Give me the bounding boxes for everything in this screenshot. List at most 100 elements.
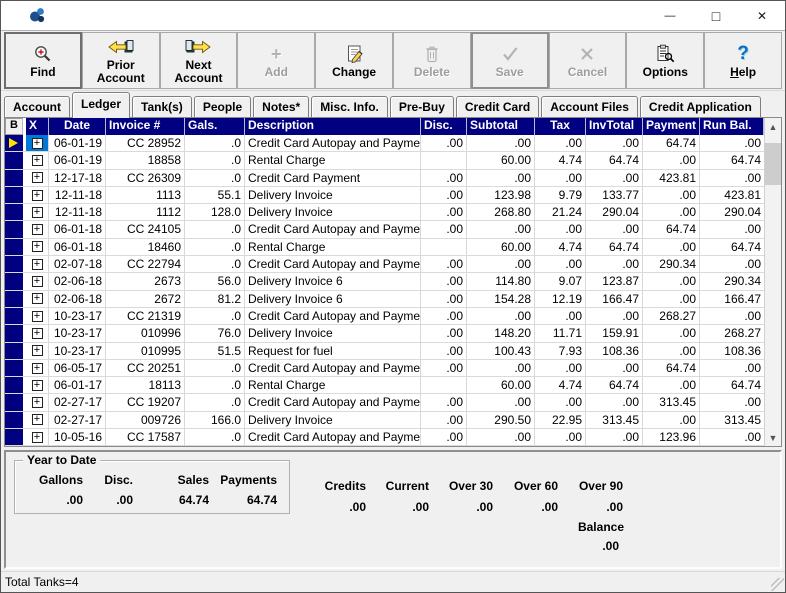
expand-plus-icon[interactable]: + [32,345,43,356]
expand-plus-icon[interactable]: + [32,155,43,166]
tab-account-files[interactable]: Account Files [541,96,638,117]
table-row[interactable]: +10-23-1701099551.5Request for fuel.0010… [5,343,764,360]
tab-credit-application[interactable]: Credit Application [640,96,761,117]
record-marker-cell [5,291,23,307]
expand-plus-icon[interactable]: + [32,190,43,201]
cell-description: Delivery Invoice 6 [245,291,421,307]
cell-runbal: 268.27 [700,325,764,341]
tab-tank-s[interactable]: Tank(s) [132,96,192,117]
expand-plus-icon[interactable]: + [32,328,43,339]
options-list-magnifier-icon [654,43,676,65]
table-row[interactable]: +02-27-17009726166.0Delivery Invoice.002… [5,412,764,429]
cell-invtotal: 108.36 [586,343,643,359]
table-row[interactable]: +02-07-18CC 22794.0Credit Card Autopay a… [5,256,764,273]
toolbar: Find Prior Account Next Account [1,31,785,91]
cell-subtotal: 290.50 [467,412,535,428]
column-header-tax: Tax [535,118,586,135]
find-button[interactable]: Find [4,32,82,89]
aging-field-over-90: Over 90.00 [553,479,623,514]
table-row[interactable]: +10-23-17CC 21319.0Credit Card Autopay a… [5,308,764,325]
expand-cell: + [26,135,49,151]
cell-invoice: 18113 [106,377,185,393]
cell-invtotal: 64.74 [586,152,643,168]
prior-account-button[interactable]: Prior Account [82,32,160,89]
expand-plus-icon[interactable]: + [32,414,43,425]
table-row[interactable]: +06-01-1718113.0Rental Charge60.004.7464… [5,377,764,394]
find-icon [32,43,54,65]
cell-runbal: 64.74 [700,152,764,168]
expand-plus-icon[interactable]: + [32,380,43,391]
expand-plus-icon[interactable]: + [32,397,43,408]
tab-account[interactable]: Account [4,96,70,117]
expand-plus-icon[interactable]: + [32,172,43,183]
table-row[interactable]: +06-01-1918858.0Rental Charge60.004.7464… [5,152,764,169]
cell-date: 06-01-19 [49,135,106,151]
cell-invtotal: .00 [586,394,643,410]
cell-invoice: CC 19207 [106,394,185,410]
minimize-button[interactable]: — [647,1,693,30]
vertical-scrollbar[interactable]: ▲ ▼ [764,118,781,446]
expand-plus-icon[interactable]: + [32,311,43,322]
tab-pre-buy[interactable]: Pre-Buy [390,96,454,117]
table-row[interactable]: +02-06-18267356.0Delivery Invoice 6.0011… [5,273,764,290]
tab-ledger[interactable]: Ledger [72,92,130,118]
expand-cell: + [26,394,49,410]
cell-disc: .00 [421,308,467,324]
scrollbar-track[interactable] [765,135,781,429]
cell-gals: 76.0 [185,325,245,341]
record-marker-cell [5,221,23,237]
cell-gals: 51.5 [185,343,245,359]
cell-runbal: .00 [700,394,764,410]
expand-plus-icon[interactable]: + [32,224,43,235]
cell-subtotal: 100.43 [467,343,535,359]
tab-credit-card[interactable]: Credit Card [456,96,539,117]
table-row[interactable]: +02-27-17CC 19207.0Credit Card Autopay a… [5,394,764,411]
table-row[interactable]: +06-01-1818460.0Rental Charge60.004.7464… [5,239,764,256]
table-row[interactable]: +10-23-1701099676.0Delivery Invoice.0014… [5,325,764,342]
expand-plus-icon[interactable]: + [32,276,43,287]
window-controls: — □ ✕ [647,1,785,30]
change-button[interactable]: Change [315,32,393,89]
maximize-button[interactable]: □ [693,1,739,30]
close-button[interactable]: ✕ [739,1,785,30]
table-row[interactable]: +12-11-181112128.0Delivery Invoice.00268… [5,204,764,221]
expand-plus-icon[interactable]: + [32,207,43,218]
resize-grip-icon[interactable] [771,578,784,591]
scrollbar-thumb[interactable] [765,143,781,185]
cell-subtotal: 268.80 [467,204,535,220]
cell-tax: .00 [535,170,586,186]
scroll-up-icon[interactable]: ▲ [765,118,781,135]
expand-plus-icon[interactable]: + [32,363,43,374]
cell-payment: 64.74 [643,135,700,151]
help-button[interactable]: ? Help [704,32,782,89]
scroll-down-icon[interactable]: ▼ [765,429,781,446]
tab-people[interactable]: People [194,96,251,117]
table-row[interactable]: +06-01-19CC 28952.0Credit Card Autopay a… [5,135,764,152]
record-marker-cell [5,204,23,220]
expand-plus-icon[interactable]: + [32,432,43,443]
cell-invoice: CC 21319 [106,308,185,324]
ledger-grid: BXDateInvoice #Gals.DescriptionDisc.Subt… [4,117,782,447]
title-bar: — □ ✕ [1,1,785,31]
expand-plus-icon[interactable]: + [32,293,43,304]
expand-cell: + [26,152,49,168]
table-row[interactable]: +12-17-18CC 26309.0Credit Card Payment.0… [5,170,764,187]
cell-invtotal: 290.04 [586,204,643,220]
expand-plus-icon[interactable]: + [32,241,43,252]
table-row[interactable]: +06-01-18CC 24105.0Credit Card Autopay a… [5,221,764,238]
prior-account-button-label: Prior Account [84,59,158,84]
table-row[interactable]: +02-06-18267281.2Delivery Invoice 6.0015… [5,291,764,308]
table-row[interactable]: +12-11-18111355.1Delivery Invoice.00123.… [5,187,764,204]
expand-plus-icon[interactable]: + [32,138,43,149]
next-account-button[interactable]: Next Account [160,32,238,89]
table-row[interactable]: +06-05-17CC 20251.0Credit Card Autopay a… [5,360,764,377]
cell-description: Delivery Invoice [245,412,421,428]
tab-notes[interactable]: Notes* [253,96,309,117]
cell-gals: .0 [185,429,245,445]
options-button[interactable]: Options [626,32,704,89]
table-row[interactable]: +10-05-16CC 17587.0Credit Card Autopay a… [5,429,764,446]
expand-plus-icon[interactable]: + [32,259,43,270]
tab-misc-info[interactable]: Misc. Info. [311,96,388,117]
cell-description: Delivery Invoice [245,325,421,341]
cell-gals: .0 [185,170,245,186]
